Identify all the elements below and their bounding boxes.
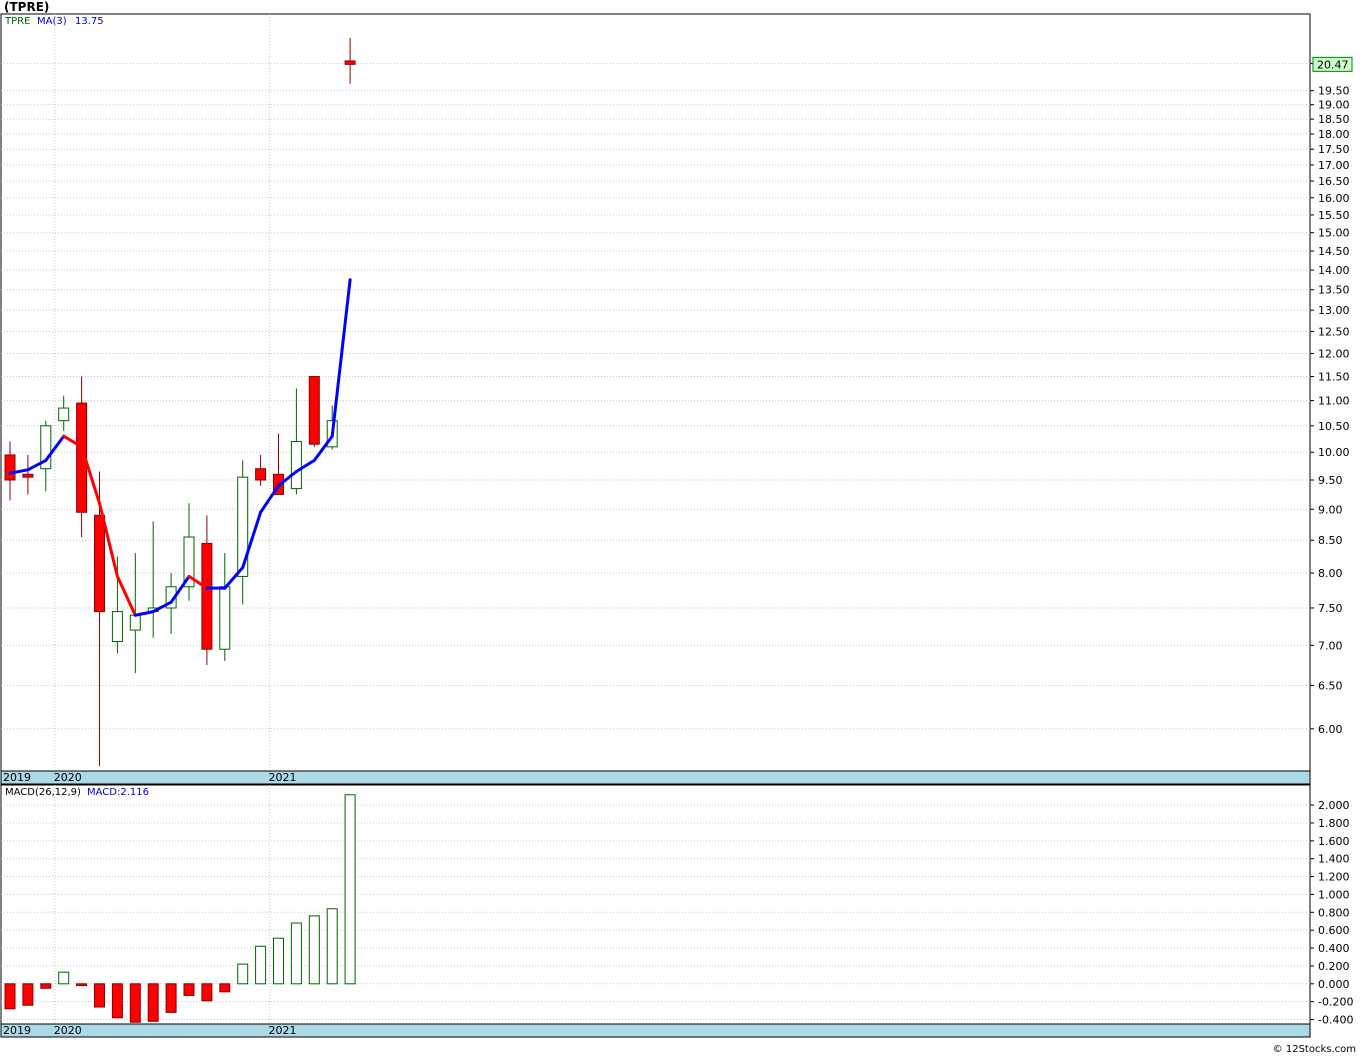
macd-date-band [0, 1023, 1311, 1038]
candle-body-up [111, 611, 123, 642]
price-date-band [0, 770, 1311, 785]
candle-body-down [255, 468, 267, 481]
price-tick-label: 14.50 [1318, 245, 1350, 258]
price-x-label: 2021 [269, 771, 297, 784]
price-tick-label: 19.00 [1318, 99, 1350, 112]
price-plot-frame [0, 13, 1311, 772]
macd-tick-label: -0.400 [1318, 1014, 1353, 1027]
legend-ma-label: MA(3) [37, 16, 67, 27]
price-tick-label: 9.50 [1318, 474, 1343, 487]
price-tick-label: 6.50 [1318, 679, 1343, 692]
macd-tick-label: 0.000 [1318, 978, 1350, 991]
macd-bar-negative [22, 983, 34, 1006]
macd-bar-positive [255, 945, 267, 985]
macd-bar-negative [40, 983, 52, 989]
chart-title: (TPRE) [4, 0, 49, 14]
candle-body-up [129, 614, 141, 631]
candle-body-up [58, 407, 70, 422]
candle-body-down [22, 473, 34, 478]
footer-credit: © 12Stocks.com [1273, 1044, 1356, 1055]
candle-body-up [219, 586, 231, 650]
legend-symbol: TPRE [4, 16, 30, 27]
price-tick-label: 14.00 [1318, 264, 1350, 277]
price-tick-label: 17.50 [1318, 143, 1350, 156]
macd-bar-positive [273, 937, 284, 985]
macd-tick-label: 0.600 [1318, 924, 1350, 937]
stock-chart: (TPRE) 6.00 6.50 7.00 7.50 8.00 8.50 9.00 9.50 1… [0, 0, 1360, 1056]
price-tick-label: 13.00 [1318, 304, 1350, 317]
macd-tick-label: 1.000 [1318, 888, 1350, 901]
macd-bar-positive [308, 915, 320, 985]
price-tick-label: 15.00 [1318, 227, 1350, 240]
macd-tick-label: 1.600 [1318, 835, 1350, 848]
price-tick-label: 6.00 [1318, 723, 1343, 736]
price-x-label: 2019 [3, 771, 31, 784]
candle-body-down [344, 60, 356, 65]
macd-tick-label: 0.200 [1318, 960, 1350, 973]
macd-bar-negative [147, 983, 159, 1022]
price-tick-label: 12.50 [1318, 325, 1350, 338]
price-tick-label: 8.50 [1318, 534, 1343, 547]
macd-tick-label: -0.200 [1318, 996, 1353, 1009]
macd-panel: -0.400 -0.200 0.000 0.200 0.400 0.600 0.800 1.0… [0, 784, 1353, 1038]
candle-body-down [4, 454, 16, 481]
macd-legend-label: MACD(26,12,9) [5, 787, 81, 798]
price-tick-label: 12.00 [1318, 348, 1350, 361]
price-tick-label: 10.50 [1318, 420, 1350, 433]
macd-bar-negative [129, 983, 141, 1023]
macd-x-label: 2021 [269, 1024, 297, 1037]
macd-plot-frame [0, 784, 1311, 1025]
price-tick-label: 15.50 [1318, 209, 1350, 222]
macd-legend-value: MACD:2.116 [87, 787, 149, 798]
price-tick-label: 11.00 [1318, 395, 1350, 408]
price-tick-label: 16.50 [1318, 175, 1350, 188]
price-tick-label: 18.00 [1318, 128, 1350, 141]
macd-tick-label: 2.000 [1318, 799, 1350, 812]
price-tick-label: 17.00 [1318, 159, 1350, 172]
macd-bar-positive [58, 971, 70, 985]
macd-bar-negative [76, 983, 88, 987]
macd-x-label: 2019 [3, 1024, 31, 1037]
price-tick-label: 11.50 [1318, 371, 1350, 384]
candle-body-down [94, 514, 105, 613]
price-legend: TPRE MA(3) 13.75 [4, 16, 104, 27]
macd-bar-negative [201, 983, 213, 1002]
price-tick-label: 13.50 [1318, 284, 1350, 297]
price-x-label: 2020 [54, 771, 82, 784]
macd-bar-positive [290, 922, 302, 985]
candle-body-down [308, 376, 320, 445]
last-price-label: 20.47 [1317, 58, 1349, 71]
candle-body-up [290, 440, 302, 490]
macd-x-label: 2020 [54, 1024, 82, 1037]
macd-legend: MACD(26,12,9) MACD:2.116 [5, 787, 149, 798]
price-tick-label: 18.50 [1318, 113, 1350, 126]
price-tick-label: 9.00 [1318, 503, 1343, 516]
legend-ma-value: 13.75 [75, 16, 104, 27]
price-tick-label: 10.00 [1318, 446, 1350, 459]
macd-bar-negative [219, 983, 231, 993]
macd-bar-positive [237, 963, 249, 985]
price-tick-label: 8.00 [1318, 567, 1343, 580]
candle-body-down [201, 542, 213, 650]
macd-bar-negative [4, 983, 16, 1010]
macd-bar-positive [344, 794, 356, 985]
macd-tick-label: 1.200 [1318, 871, 1350, 884]
macd-tick-label: 0.400 [1318, 942, 1350, 955]
last-price-marker: 20.47 [1312, 56, 1353, 72]
macd-tick-label: 1.800 [1318, 817, 1350, 830]
price-panel: 6.00 6.50 7.00 7.50 8.00 8.50 9.00 9.50 10.00 10.… [0, 13, 1353, 785]
macd-bar-negative [94, 983, 105, 1008]
macd-bar-negative [165, 983, 177, 1013]
macd-bar-negative [111, 983, 123, 1019]
price-tick-label: 19.50 [1318, 85, 1350, 98]
macd-bar-negative [183, 983, 195, 996]
price-tick-label: 7.00 [1318, 639, 1343, 652]
price-tick-label: 16.00 [1318, 192, 1350, 205]
macd-tick-label: 1.400 [1318, 853, 1350, 866]
macd-bar-positive [326, 908, 338, 985]
macd-tick-label: 0.800 [1318, 906, 1350, 919]
price-tick-label: 7.50 [1318, 602, 1343, 615]
